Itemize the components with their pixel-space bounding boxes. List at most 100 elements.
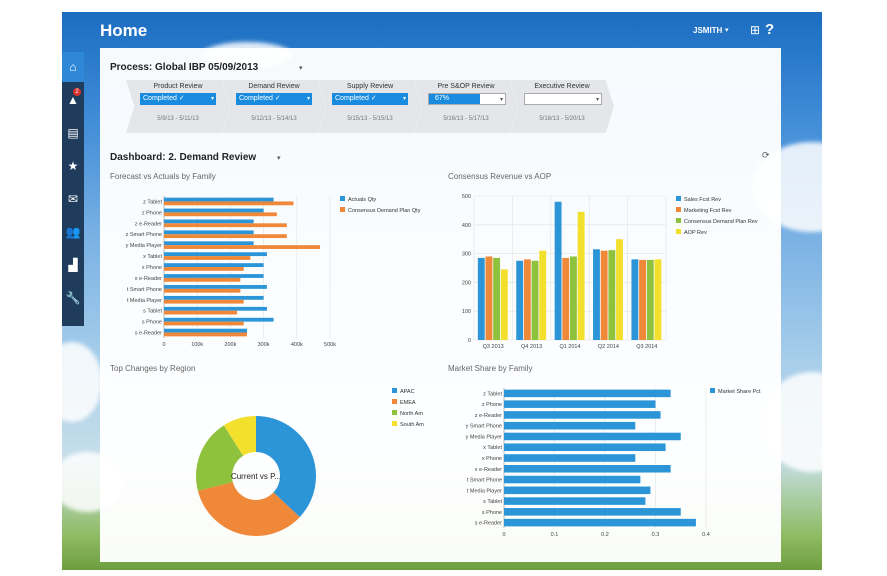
- stage-status-select[interactable]: Completed ✓ ▾: [332, 93, 408, 105]
- bar: [504, 497, 646, 505]
- x-tick-label: 500k: [324, 342, 336, 348]
- stage-dates: 5/16/13 - 5/17/13: [443, 116, 489, 122]
- stage-name: Product Review: [153, 83, 203, 90]
- grid-icon[interactable]: ⊞: [750, 23, 760, 37]
- home-icon[interactable]: ⌂: [62, 52, 84, 82]
- people-icon[interactable]: 👥: [62, 217, 84, 247]
- bar: [164, 256, 251, 260]
- chat-icon[interactable]: ✉: [62, 184, 84, 214]
- chart-icon[interactable]: ▟: [62, 250, 84, 280]
- top-changes-pie-chart: Current vs P... APAC EMEA North Am South Am: [196, 388, 424, 536]
- y-tick-label: 200: [462, 280, 471, 286]
- bar: [570, 256, 577, 340]
- chevron-down-icon[interactable]: ▾: [593, 94, 599, 106]
- process-stage[interactable]: Executive Review ▾ 5/18/13 - 5/20/13: [510, 80, 614, 133]
- stage-status-select[interactable]: Completed ✓ ▾: [236, 93, 312, 105]
- chart-title: Consensus Revenue vs AOP: [448, 172, 552, 181]
- y-tick-label: z Smart Phone: [126, 232, 162, 238]
- y-tick-label: 100: [462, 309, 471, 315]
- chevron-down-icon[interactable]: ▾: [277, 154, 281, 162]
- legend-label: Consensus Demand Plan Qty: [348, 208, 421, 214]
- bar: [654, 259, 662, 340]
- chevron-down-icon[interactable]: ▾: [497, 94, 503, 106]
- y-tick-label: x Phone: [482, 456, 502, 462]
- stage-name: Executive Review: [534, 83, 590, 90]
- bar: [164, 245, 321, 249]
- legend-swatch: [340, 207, 345, 212]
- x-tick-label: Q3 2014: [636, 344, 657, 350]
- bar: [504, 389, 671, 398]
- app-window: Home JSMITH ▾ ⊞ ? ⌂ ▲ 2 ▤ ★ ✉ 👥 ▟ 🔧 Process: Glo…: [62, 12, 822, 570]
- bar: [477, 257, 485, 340]
- chevron-down-icon[interactable]: ▾: [725, 26, 729, 34]
- y-tick-label: s Phone: [482, 510, 502, 516]
- process-stage[interactable]: Supply Review Completed ✓ ▾ 5/15/13 - 5/15/…: [318, 80, 422, 133]
- y-tick-label: x Tablet: [483, 445, 502, 451]
- legend-label: AOP Rev: [684, 230, 707, 236]
- bar: [639, 259, 646, 340]
- document-icon[interactable]: ▤: [62, 118, 84, 148]
- bar: [504, 518, 696, 527]
- legend-label: Marketing Fcst Rev: [684, 208, 732, 214]
- bar: [164, 241, 254, 246]
- process-stage[interactable]: Product Review Completed ✓ ▾ 5/9/13 - 5/11/…: [126, 80, 230, 133]
- user-menu[interactable]: JSMITH: [693, 26, 722, 35]
- y-tick-label: z e-Reader: [135, 221, 162, 227]
- process-label: Process: Global IBP 05/09/2013: [110, 62, 259, 73]
- process-stage[interactable]: Pre S&OP Review 67% ▾ 5/16/13 - 5/17/13: [414, 80, 518, 133]
- top-bar: Home JSMITH ▾ ⊞ ?: [62, 12, 822, 48]
- y-tick-label: x e-Reader: [135, 276, 162, 282]
- process-stage[interactable]: Demand Review Completed ✓ ▾ 5/12/13 - 5/14/…: [222, 80, 326, 133]
- legend-swatch: [392, 399, 397, 404]
- bar: [504, 400, 656, 408]
- bar: [593, 249, 600, 340]
- y-tick-label: z e-Reader: [475, 413, 502, 419]
- chevron-down-icon[interactable]: ▾: [299, 64, 303, 72]
- bar: [631, 259, 639, 340]
- x-tick-label: 0: [502, 532, 505, 538]
- main-panel: Process: Global IBP 05/09/2013 ▾ Product…: [100, 48, 781, 562]
- bar: [164, 332, 247, 337]
- help-icon[interactable]: ?: [765, 21, 774, 38]
- stage-status-select[interactable]: Completed ✓ ▾: [140, 93, 216, 105]
- star-icon[interactable]: ★: [62, 151, 84, 181]
- y-tick-label: z Phone: [142, 210, 162, 216]
- bar: [485, 256, 493, 340]
- chart-title: Market Share by Family: [448, 364, 533, 373]
- chevron-down-icon[interactable]: ▾: [304, 93, 310, 105]
- legend-swatch: [676, 218, 681, 223]
- x-tick-label: 100k: [191, 342, 203, 348]
- bar: [504, 475, 641, 484]
- y-tick-label: y Smart Phone: [466, 424, 502, 430]
- chevron-down-icon[interactable]: ▾: [208, 93, 214, 105]
- stage-dates: 5/18/13 - 5/20/13: [539, 116, 585, 122]
- stage-status-select[interactable]: ▾: [524, 93, 602, 105]
- chevron-down-icon[interactable]: ▾: [400, 93, 406, 105]
- legend-label: Consensus Demand Plan Rev: [684, 219, 758, 225]
- legend-swatch: [392, 388, 397, 393]
- alert-icon[interactable]: ▲ 2: [62, 85, 84, 115]
- stage-dates: 5/9/13 - 5/11/13: [157, 116, 199, 122]
- x-tick-label: Q1 2014: [559, 344, 580, 350]
- bar: [164, 263, 264, 267]
- bar: [164, 310, 238, 315]
- y-tick-label: z Tablet: [143, 199, 162, 205]
- bar: [164, 321, 244, 326]
- stage-dates: 5/15/13 - 5/15/13: [347, 116, 393, 122]
- wrench-icon[interactable]: 🔧: [62, 283, 84, 313]
- y-tick-label: y Media Player: [466, 434, 503, 440]
- y-tick-label: x Tablet: [143, 254, 162, 260]
- stage-dates: 5/12/13 - 5/14/13: [251, 116, 297, 122]
- legend-label: South Am: [400, 422, 424, 428]
- y-tick-label: 0: [468, 338, 471, 344]
- dashboard-label: Dashboard: 2. Demand Review: [110, 152, 257, 163]
- x-tick-label: 0.1: [551, 532, 559, 538]
- y-tick-label: t Media Player: [127, 298, 162, 304]
- x-tick-label: 0.2: [601, 532, 609, 538]
- x-tick-label: Q2 2014: [598, 344, 619, 350]
- stage-progress-select[interactable]: 67% ▾: [428, 93, 506, 105]
- y-tick-label: 400: [462, 223, 471, 229]
- x-tick-label: Q4 2013: [521, 344, 542, 350]
- bar: [504, 443, 666, 451]
- refresh-icon[interactable]: ⟳: [762, 150, 770, 161]
